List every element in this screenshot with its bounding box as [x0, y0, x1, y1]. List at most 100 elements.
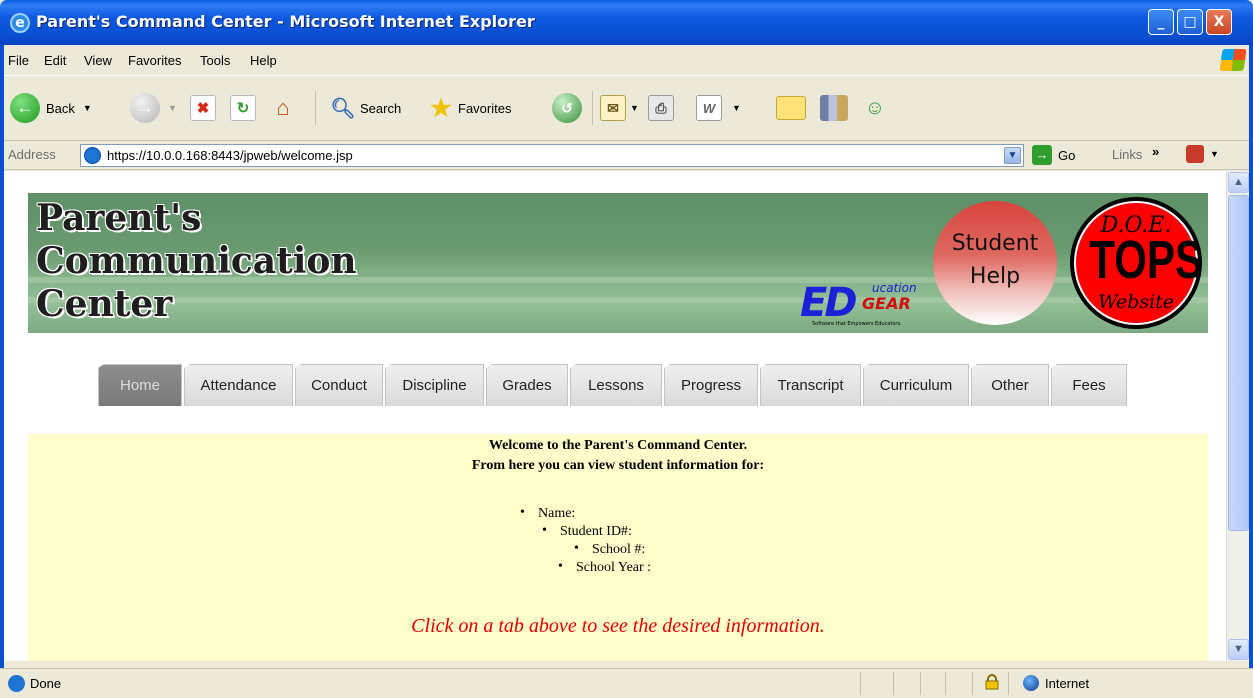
history-button[interactable]: ↺: [552, 91, 582, 125]
search-icon: 🔍︎: [330, 97, 356, 120]
edu-gear: GEAR: [862, 294, 911, 313]
menu-tools[interactable]: Tools: [200, 53, 230, 68]
tab-curriculum[interactable]: Curriculum: [863, 364, 969, 406]
back-dropdown-icon[interactable]: ▼: [83, 103, 92, 113]
print-button[interactable]: ⎙: [648, 91, 674, 125]
window-title: Parent's Command Center - Microsoft Inte…: [36, 12, 535, 31]
vertical-scrollbar[interactable]: ▲ ▼: [1226, 171, 1249, 661]
edu-ucation: ucation: [872, 281, 917, 295]
home-icon: ⌂: [276, 95, 290, 120]
discuss-icon: [776, 96, 806, 120]
school-year-item: School Year :: [558, 559, 651, 576]
status-divider: [893, 672, 894, 695]
forward-button[interactable]: → ▼: [130, 91, 177, 125]
security-zone: Internet: [1045, 676, 1090, 691]
site-logo-title: Parent's Communication Center: [36, 197, 357, 325]
menu-file[interactable]: File: [8, 53, 29, 68]
search-button[interactable]: 🔍︎ Search: [330, 91, 401, 125]
status-divider: [945, 672, 946, 695]
scroll-down-icon[interactable]: ▼: [1228, 639, 1249, 660]
tab-home[interactable]: Home: [98, 364, 182, 406]
refresh-icon: ↻: [230, 95, 256, 121]
stop-icon: ✖: [190, 95, 216, 121]
links-chevron-icon[interactable]: »: [1152, 144, 1159, 159]
plugin-dropdown-icon[interactable]: ▼: [1210, 149, 1219, 159]
tab-fees[interactable]: Fees: [1051, 364, 1127, 406]
status-ie-icon: [8, 675, 25, 692]
windows-flag-icon: [1219, 49, 1247, 71]
window-border-right: [1249, 45, 1253, 698]
address-label: Address: [8, 147, 56, 162]
restore-button[interactable]: □: [1177, 9, 1203, 35]
toolbar-separator: [592, 91, 593, 125]
status-divider: [1008, 672, 1009, 695]
status-text: Done: [30, 676, 62, 691]
scroll-thumb[interactable]: [1228, 195, 1249, 531]
tab-other[interactable]: Other: [971, 364, 1049, 406]
refresh-button[interactable]: ↻: [230, 91, 256, 125]
address-bar: Address https://10.0.0.168:8443/jpweb/we…: [0, 141, 1253, 170]
forward-dropdown-icon[interactable]: ▼: [168, 103, 177, 113]
scroll-up-icon[interactable]: ▲: [1228, 172, 1249, 193]
links-label[interactable]: Links: [1112, 147, 1142, 162]
doe-tops-website-button[interactable]: D.O.E. TOPS Website: [1070, 197, 1203, 329]
tab-transcript[interactable]: Transcript: [760, 364, 861, 406]
search-label: Search: [360, 100, 402, 116]
status-divider: [972, 672, 973, 695]
menu-edit[interactable]: Edit: [44, 53, 66, 68]
favorites-button[interactable]: ★ Favorites: [428, 91, 511, 125]
tab-progress[interactable]: Progress: [664, 364, 758, 406]
student-help-line1: Student: [951, 231, 1039, 256]
education-gear-logo[interactable]: ED ucation GEAR Software that Empowers E…: [800, 281, 955, 329]
mail-dropdown-icon[interactable]: ▼: [630, 103, 639, 113]
status-bar: Done Internet: [0, 668, 1253, 698]
ie-logo-icon: e: [10, 13, 30, 33]
tab-lessons[interactable]: Lessons: [570, 364, 662, 406]
toolbar-separator: [315, 91, 316, 125]
discuss-button[interactable]: [776, 91, 806, 125]
back-button[interactable]: ← Back ▼: [10, 91, 92, 125]
edit-dropdown-icon[interactable]: ▼: [732, 103, 741, 113]
menu-view[interactable]: View: [84, 53, 112, 68]
go-arrow-icon: →: [1032, 145, 1052, 165]
minimize-button[interactable]: _: [1148, 9, 1174, 35]
address-dropdown-icon[interactable]: ▼: [1004, 147, 1021, 164]
standard-toolbar: ← Back ▼ → ▼ ✖ ↻ ⌂ 🔍︎ Search ★ Favorites…: [0, 77, 1253, 141]
tab-hint: Click on a tab above to see the desired …: [411, 615, 825, 637]
lock-icon[interactable]: [985, 674, 999, 690]
student-id-item: Student ID#:: [542, 523, 632, 540]
forward-arrow-icon: →: [130, 93, 160, 123]
print-icon: ⎙: [648, 95, 674, 121]
menu-help[interactable]: Help: [250, 53, 277, 68]
page-viewport: Parent's Communication Center ED ucation…: [4, 171, 1249, 661]
tops-website-label: Website: [1097, 291, 1175, 313]
student-help-button[interactable]: Student Help: [933, 201, 1057, 325]
edit-button[interactable]: W ▼: [696, 91, 741, 125]
tab-grades[interactable]: Grades: [486, 364, 568, 406]
tab-discipline[interactable]: Discipline: [385, 364, 484, 406]
welcome-line-2: From here you can view student informati…: [471, 458, 765, 473]
page-icon: [84, 147, 101, 164]
close-button[interactable]: X: [1206, 9, 1232, 35]
go-button[interactable]: → Go: [1032, 145, 1075, 165]
research-button[interactable]: [820, 91, 848, 125]
go-label: Go: [1058, 147, 1076, 163]
research-icon: [820, 95, 848, 121]
welcome-line-1: Welcome to the Parent's Command Center.: [488, 438, 748, 453]
tab-attendance[interactable]: Attendance: [184, 364, 293, 406]
favorites-star-icon: ★: [430, 94, 452, 122]
messenger-button[interactable]: ☺: [862, 91, 888, 125]
address-input[interactable]: https://10.0.0.168:8443/jpweb/welcome.js…: [80, 144, 1024, 167]
home-button[interactable]: ⌂: [270, 91, 296, 125]
title-bar: e Parent's Command Center - Microsoft In…: [0, 0, 1253, 45]
tab-conduct[interactable]: Conduct: [295, 364, 383, 406]
edu-tagline: Software that Empowers Educators.: [812, 321, 902, 327]
toolbar-plugin-icon[interactable]: [1186, 145, 1204, 163]
menu-favorites[interactable]: Favorites: [128, 53, 181, 68]
address-url[interactable]: https://10.0.0.168:8443/jpweb/welcome.js…: [107, 148, 353, 163]
menu-bar: File Edit View Favorites Tools Help: [0, 45, 1253, 76]
edit-word-icon: W: [696, 95, 722, 121]
stop-button[interactable]: ✖: [190, 91, 216, 125]
mail-button[interactable]: ✉ ▼: [600, 91, 639, 125]
welcome-heading: Welcome to the Parent's Command Center. …: [28, 436, 1208, 476]
